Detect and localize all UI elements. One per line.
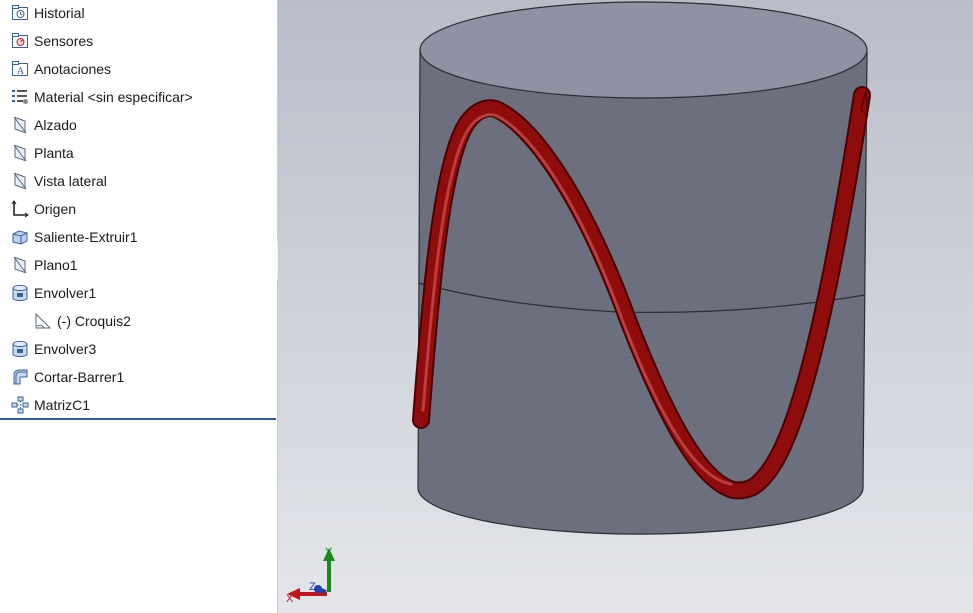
tree-item-label: Sensores bbox=[34, 33, 94, 49]
tree-item-cortar-barrer1[interactable]: Cortar-Barrer1 bbox=[10, 363, 124, 391]
tree-item-label: Alzado bbox=[34, 117, 77, 133]
tree-item-historial[interactable]: Historial bbox=[10, 0, 85, 27]
plane-icon bbox=[10, 115, 30, 135]
tree-item-label: (-) Croquis2 bbox=[57, 313, 131, 329]
extrude-icon bbox=[10, 227, 30, 247]
cylinder-top-face[interactable] bbox=[419, 1, 868, 99]
pattern-icon bbox=[10, 395, 30, 415]
material-icon bbox=[10, 87, 30, 107]
tree-item-origen[interactable]: Origen bbox=[10, 195, 76, 223]
model-view[interactable]: Y X Z bbox=[278, 0, 973, 613]
plane-icon bbox=[10, 255, 30, 275]
cylinder-model[interactable] bbox=[412, 1, 871, 535]
tree-item-label: Historial bbox=[34, 5, 85, 21]
tree-item-envolver3[interactable]: Envolver3 bbox=[10, 335, 96, 363]
x-axis-label: X bbox=[286, 593, 294, 605]
tree-item-label: Origen bbox=[34, 201, 77, 217]
feature-manager-tree: Historial Sensores A Anotaciones Materia… bbox=[0, 0, 277, 613]
tree-item-label: Envolver3 bbox=[34, 341, 97, 357]
tree-item-label: MatrizC1 bbox=[34, 397, 91, 413]
tree-item-label: Anotaciones bbox=[34, 61, 112, 77]
annotations-icon: A bbox=[10, 59, 30, 79]
tree-item-matrizc1[interactable]: MatrizC1 bbox=[10, 391, 90, 419]
tree-item-vista-lateral[interactable]: Vista lateral bbox=[10, 167, 107, 195]
z-axis-label: Z bbox=[309, 581, 316, 593]
y-axis-label: Y bbox=[325, 546, 333, 558]
plane-icon bbox=[10, 143, 30, 163]
tree-item-label: Plano1 bbox=[34, 257, 78, 273]
cylinder-side-face[interactable] bbox=[418, 48, 867, 535]
sensor-icon bbox=[10, 31, 30, 51]
tree-item-label: Material <sin especificar> bbox=[34, 89, 193, 105]
wrap-icon bbox=[10, 339, 30, 359]
tree-item-label: Cortar-Barrer1 bbox=[34, 369, 125, 385]
origin-icon bbox=[10, 199, 30, 219]
tree-item-planta[interactable]: Planta bbox=[10, 139, 74, 167]
tree-item-envolver1[interactable]: Envolver1 bbox=[10, 279, 96, 307]
plane-icon bbox=[10, 171, 30, 191]
tree-item-croquis2[interactable]: (-) Croquis2 bbox=[33, 307, 131, 335]
history-icon bbox=[10, 3, 30, 23]
tree-item-anotaciones[interactable]: A Anotaciones bbox=[10, 55, 111, 83]
svg-text:A: A bbox=[17, 66, 25, 77]
wrap-icon bbox=[10, 283, 30, 303]
graphics-viewport[interactable]: Y X Z bbox=[278, 0, 973, 613]
tree-item-label: Vista lateral bbox=[34, 173, 107, 189]
tree-item-material[interactable]: Material <sin especificar> bbox=[10, 83, 193, 111]
tree-item-plano1[interactable]: Plano1 bbox=[10, 251, 78, 279]
sketch-icon bbox=[33, 311, 53, 331]
tree-item-label: Envolver1 bbox=[34, 285, 97, 301]
rollback-bar[interactable] bbox=[0, 418, 276, 420]
tree-item-label: Saliente-Extruir1 bbox=[34, 229, 138, 245]
tree-item-alzado[interactable]: Alzado bbox=[10, 111, 77, 139]
sweep-cut-icon bbox=[10, 367, 30, 387]
tree-item-sensores[interactable]: Sensores bbox=[10, 27, 93, 55]
tree-item-label: Planta bbox=[34, 145, 74, 161]
tree-item-saliente-extruir1[interactable]: Saliente-Extruir1 bbox=[10, 223, 138, 251]
